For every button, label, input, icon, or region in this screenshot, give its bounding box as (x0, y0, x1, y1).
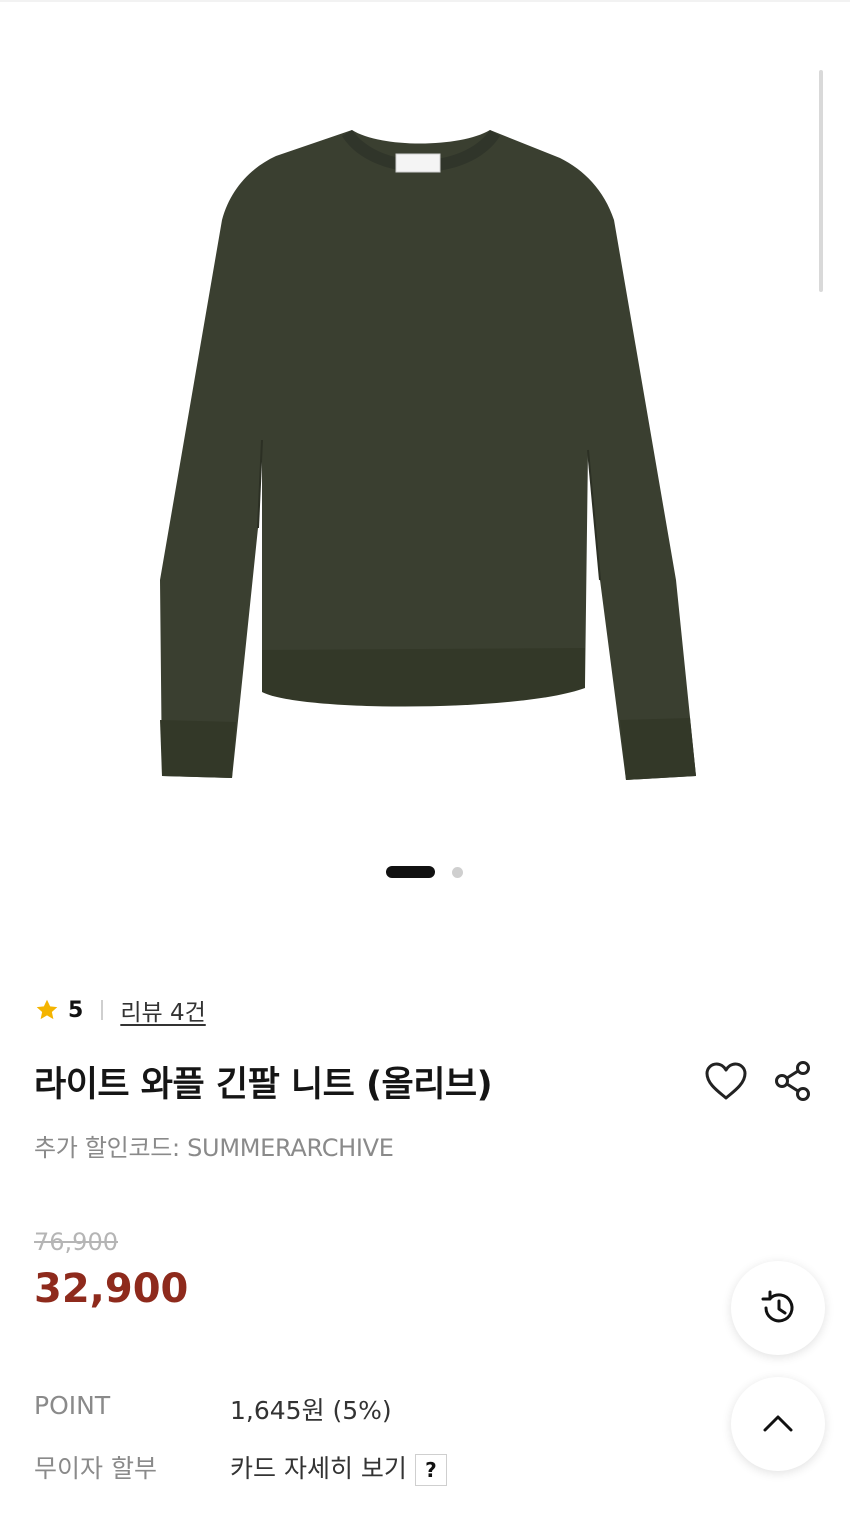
sweater-cuff-left (160, 720, 236, 778)
product-title: 라이트 와플 긴팔 니트 (올리브) (34, 1065, 493, 1105)
gallery-dot[interactable] (452, 867, 463, 878)
history-icon (761, 1290, 794, 1323)
rating-divider (101, 1000, 104, 1020)
sweater-hem (262, 648, 585, 707)
share-icon[interactable] (774, 1060, 812, 1102)
sweater-cuff-right (620, 718, 696, 780)
chevron-up-icon (763, 1415, 793, 1432)
rating-score: 5 (68, 997, 84, 1023)
installment-info: 카드 자세히 보기? (230, 1449, 447, 1486)
scrollbar[interactable] (819, 70, 823, 292)
point-label: POINT (34, 1391, 111, 1420)
scroll-to-top-button[interactable] (731, 1377, 825, 1471)
sale-price: 32,900 (34, 1266, 189, 1312)
original-price: 76,900 (34, 1228, 118, 1256)
rating-summary: 5 리뷰 4건 (34, 994, 206, 1026)
point-value: 1,645원 (5%) (230, 1396, 392, 1425)
gallery-dot-active[interactable] (386, 866, 435, 878)
gallery-pagination (0, 866, 850, 880)
top-divider (0, 0, 850, 2)
help-question-button[interactable]: ? (414, 1454, 447, 1486)
star-icon (36, 999, 58, 1020)
card-details-link[interactable]: 카드 자세히 보기 (230, 1454, 407, 1483)
product-image (160, 130, 696, 780)
heart-icon[interactable] (703, 1060, 749, 1102)
sweater-tag (395, 153, 441, 173)
review-count-link[interactable]: 리뷰 4건 (120, 993, 205, 1027)
product-detail-page: 5 리뷰 4건 라이트 와플 긴팔 니트 (올리브) 추가 할인코드: SUMM… (0, 0, 850, 1529)
recent-history-button[interactable] (731, 1261, 825, 1355)
installment-label: 무이자 할부 (34, 1454, 157, 1483)
discount-code-text: 추가 할인코드: SUMMERARCHIVE (34, 1134, 394, 1162)
product-image-gallery[interactable] (0, 20, 850, 820)
